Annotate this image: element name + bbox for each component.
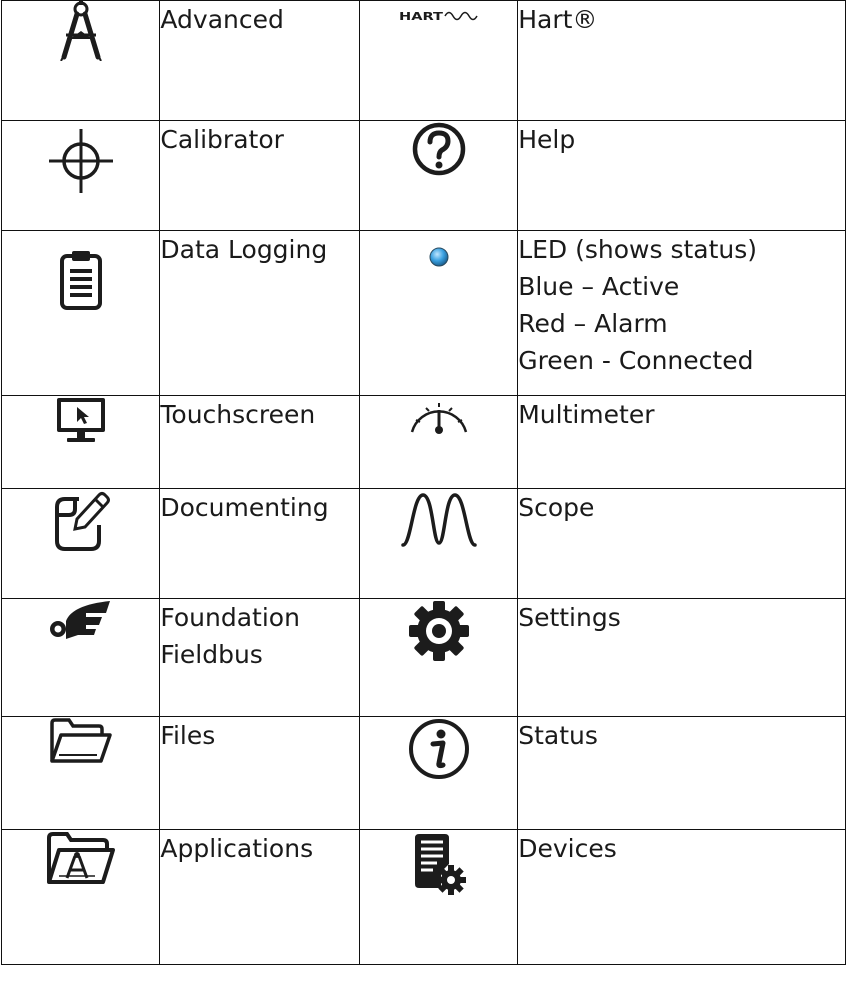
document-pencil-icon — [51, 489, 111, 553]
monitor-cursor-icon — [55, 396, 107, 444]
icon-cell — [358, 395, 519, 489]
table-row: Advanced HART Hart® — [0, 0, 846, 121]
gauge-icon — [406, 396, 472, 436]
drafting-compass-icon — [58, 1, 104, 61]
icon-cell — [358, 598, 519, 717]
icon-label: Status — [517, 716, 846, 830]
led-status-red: Red – Alarm — [518, 309, 668, 338]
gear-icon — [407, 599, 471, 663]
svg-text:HART: HART — [399, 10, 444, 23]
icon-label: Devices — [517, 829, 846, 965]
icon-cell — [0, 829, 161, 965]
icon-label: Applications — [159, 829, 360, 965]
question-circle-icon — [411, 121, 467, 177]
icon-label: Scope — [517, 488, 846, 599]
icon-cell — [0, 230, 161, 396]
device-settings-icon — [411, 830, 467, 896]
icon-cell — [0, 716, 161, 830]
led-description: LED (shows status) Blue – Active Red – A… — [517, 230, 846, 396]
folder-icon — [49, 717, 113, 765]
icon-label: Data Logging — [159, 230, 360, 396]
table-row: Touchscreen Multimeter — [0, 395, 846, 489]
icon-label: Advanced — [159, 0, 360, 121]
led-icon — [427, 245, 451, 269]
icon-label: Calibrator — [159, 120, 360, 231]
icon-cell — [0, 488, 161, 599]
icon-cell — [358, 829, 519, 965]
fieldbus-icon — [48, 599, 114, 643]
icon-cell: HART — [358, 0, 519, 121]
icon-label: Multimeter — [517, 395, 846, 489]
icon-cell — [0, 598, 161, 717]
led-title: LED (shows status) — [518, 235, 758, 264]
icon-cell — [358, 230, 519, 396]
clipboard-icon — [59, 249, 103, 311]
led-status-blue: Blue – Active — [518, 272, 680, 301]
applications-folder-icon — [45, 830, 117, 886]
icon-label: Documenting — [159, 488, 360, 599]
icon-cell — [0, 0, 161, 121]
crosshair-icon — [41, 121, 121, 201]
icon-cell — [358, 120, 519, 231]
icon-reference-table: Advanced HART Hart® Calibrator Help Data… — [0, 0, 846, 965]
icon-cell — [0, 120, 161, 231]
led-status-green: Green - Connected — [518, 346, 754, 375]
icon-cell — [358, 716, 519, 830]
table-row: Documenting Scope — [0, 488, 846, 599]
icon-label: Touchscreen — [159, 395, 360, 489]
icon-label: Settings — [517, 598, 846, 717]
hart-logo-icon: HART — [399, 8, 479, 24]
table-row: Files Status — [0, 716, 846, 830]
icon-cell — [358, 488, 519, 599]
table-row: Data Logging LED (shows status) Blue – A… — [0, 230, 846, 396]
icon-label: Help — [517, 120, 846, 231]
table-row: Applications Devices — [0, 829, 846, 965]
table-row: Calibrator Help — [0, 120, 846, 231]
info-circle-icon — [407, 717, 471, 781]
icon-label: Foundation Fieldbus — [159, 598, 360, 717]
icon-cell — [0, 395, 161, 489]
icon-label: Hart® — [517, 0, 846, 121]
icon-label: Files — [159, 716, 360, 830]
table-row: Foundation Fieldbus Settings — [0, 598, 846, 717]
label-line: Fieldbus — [160, 640, 263, 669]
waveform-icon — [399, 489, 479, 549]
label-line: Foundation — [160, 603, 300, 632]
